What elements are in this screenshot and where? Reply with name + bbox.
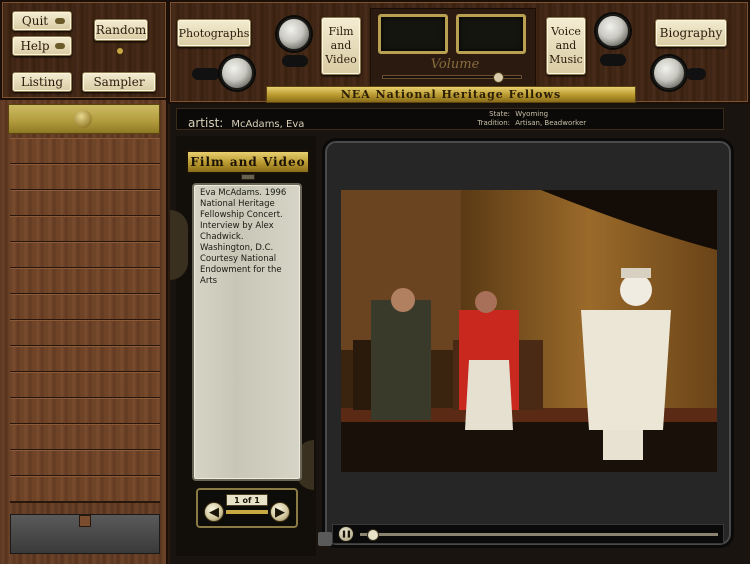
photographs-tab[interactable]: Photographs [177, 19, 251, 47]
biography-label: Biography [659, 26, 723, 40]
tradition-value: Artisan, Beadworker [515, 119, 587, 127]
listing-slot[interactable] [10, 450, 160, 477]
random-button[interactable]: Random [94, 19, 148, 41]
quit-indicator-icon [55, 18, 65, 24]
pause-button[interactable]: ❚❚ [338, 526, 354, 542]
film-video-heading-plate: Film and Video [186, 150, 310, 174]
voice-tab-line1: Voice [551, 25, 581, 38]
listing-slot[interactable] [10, 242, 160, 269]
voice-tab-line2: and [555, 39, 577, 52]
caption-text: Eva McAdams. 1996 National Heritage Fell… [200, 188, 287, 286]
quit-label: Quit [21, 14, 49, 28]
photographs-switch-slot [192, 68, 220, 80]
voice-switch-slot [600, 54, 626, 66]
stage-scene-image [341, 190, 717, 472]
gear-decoration-icon [170, 210, 188, 280]
biography-switch-slot [686, 68, 706, 80]
volume-label: Volume [430, 57, 480, 72]
listing-slot[interactable] [10, 320, 160, 347]
listing-label: Listing [20, 75, 64, 89]
voice-tab-line3: Music [549, 53, 583, 66]
listing-slot[interactable] [10, 346, 160, 373]
listing-slot[interactable] [10, 268, 160, 295]
film-video-heading: Film and Video [190, 155, 306, 169]
pause-icon: ❚❚ [341, 530, 352, 538]
listing-slot[interactable] [10, 164, 160, 191]
film-tab-line1: Film [328, 25, 354, 38]
pager-count: 1 of 1 [226, 494, 268, 506]
artist-line: artist: McAdams, Eva [188, 112, 305, 130]
random-label: Random [95, 23, 147, 37]
next-arrow-icon[interactable]: ▶ [270, 502, 290, 522]
tradition-label: Tradition: [477, 119, 510, 127]
video-image [341, 190, 717, 472]
film-reel-icon[interactable] [277, 17, 311, 51]
help-button[interactable]: Help [12, 36, 72, 56]
film-tab-line3: Video [325, 53, 357, 66]
volume-slider[interactable] [382, 72, 522, 83]
biography-tab[interactable]: Biography [655, 19, 727, 47]
help-indicator-icon [55, 43, 65, 49]
film-switch-slot [282, 55, 308, 67]
sampler-label: Sampler [93, 75, 145, 89]
book-icon[interactable] [652, 56, 686, 90]
previous-arrow-icon[interactable]: ◀ [204, 502, 224, 522]
film-video-tab[interactable]: Film and Video [321, 17, 361, 75]
listing-slot[interactable] [10, 216, 160, 243]
photographs-label: Photographs [178, 26, 250, 40]
listing-slot[interactable] [10, 476, 160, 503]
listing-slot[interactable] [10, 424, 160, 451]
sidebar-scroll-tray[interactable] [10, 514, 160, 554]
listing-slot[interactable] [10, 190, 160, 217]
listing-slot[interactable] [10, 372, 160, 399]
corner-tab-icon [318, 532, 332, 546]
volume-meter-left [378, 14, 448, 54]
artist-prefix: artist: [188, 116, 224, 130]
volume-meter-right [456, 14, 526, 54]
pager-rail [226, 510, 268, 514]
banner-title: NEA National Heritage Fellows [340, 88, 562, 101]
listing-slot[interactable] [10, 398, 160, 425]
sidebar-header-knob-icon [74, 110, 92, 128]
listing-slot[interactable] [10, 138, 160, 165]
scroll-tray-handle[interactable] [79, 515, 91, 527]
seek-thumb[interactable] [366, 529, 379, 541]
quit-button[interactable]: Quit [12, 11, 72, 31]
volume-slider-thumb[interactable] [492, 72, 504, 83]
film-tab-line2: and [330, 39, 352, 52]
help-label: Help [20, 39, 50, 53]
heritage-banner: NEA National Heritage Fellows [266, 86, 636, 103]
listing-slot[interactable] [10, 294, 160, 321]
tradition-row: Tradition: Artisan, Beadworker [450, 119, 610, 127]
state-row: State: Wyoming [450, 110, 570, 118]
state-value: Wyoming [515, 110, 549, 118]
heading-tab-icon [241, 174, 255, 180]
listing-button[interactable]: Listing [12, 72, 72, 92]
camera-icon[interactable] [220, 56, 254, 90]
artist-name: McAdams, Eva [231, 119, 305, 130]
state-label: State: [489, 110, 510, 118]
pager-text: 1 of 1 [234, 495, 260, 505]
microphone-icon[interactable] [596, 14, 630, 48]
seek-track[interactable] [360, 529, 718, 541]
voice-music-tab[interactable]: Voice and Music [546, 17, 586, 75]
sampler-button[interactable]: Sampler [82, 72, 156, 92]
random-indicator-icon [117, 48, 123, 54]
